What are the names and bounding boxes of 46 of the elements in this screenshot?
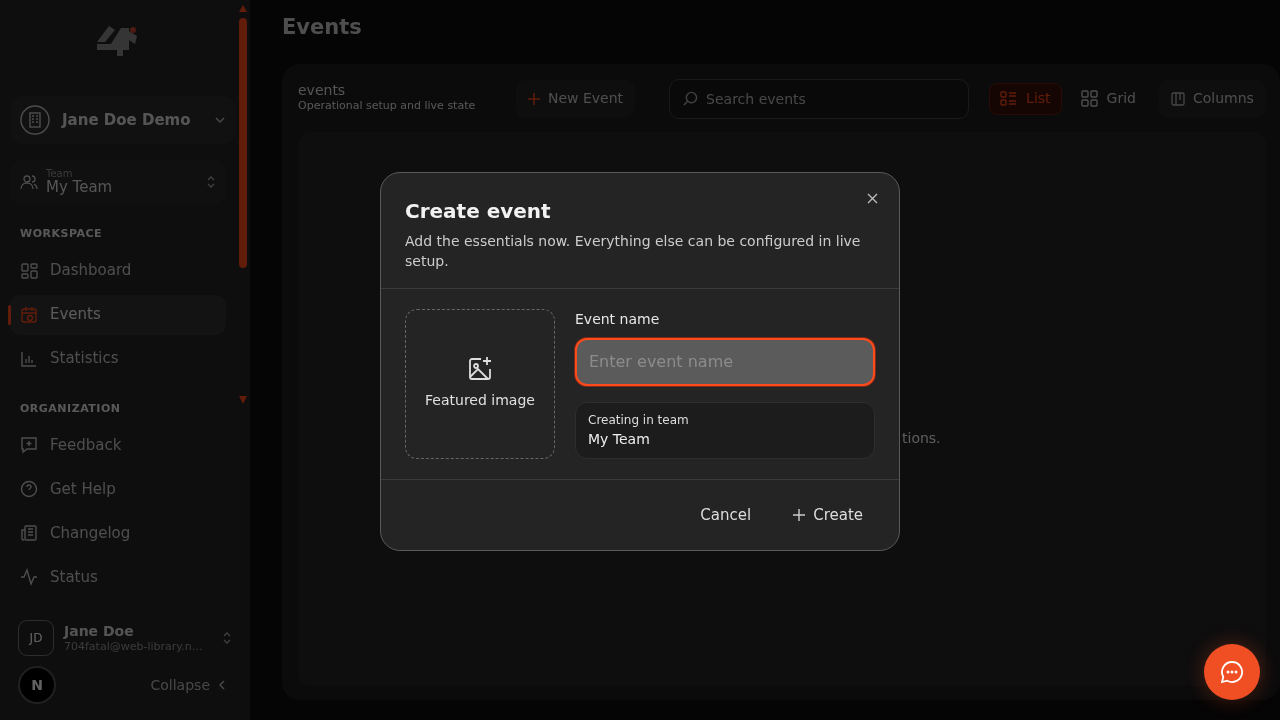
view-toggle[interactable]: List [989,82,1062,115]
sort-chevrons-icon [222,631,232,645]
chevron-down-icon [214,114,226,126]
field-label: Event name [575,309,661,329]
nav-item[interactable]: Get Help [10,469,226,509]
dev-tools-button[interactable]: N [18,666,56,704]
newspaper-icon [20,524,38,542]
team-info-label: Creating in team [588,411,690,429]
nav-item[interactable]: Events [10,294,226,335]
list-icon [1000,89,1019,108]
featured-image-dropzone[interactable]: Featured image [405,308,555,459]
calendar-icon [20,305,38,324]
columns-icon [1170,91,1185,106]
event-count: events [298,82,347,98]
nav-item[interactable]: Status [10,557,226,597]
page-title: Events [282,14,363,41]
help-icon [20,480,38,498]
users-icon [20,173,38,191]
create-button[interactable]: Create [781,501,875,529]
nav-item[interactable]: Statistics [10,338,226,379]
cancel-button[interactable]: Cancel [688,501,764,529]
dashboard-icon [20,261,38,280]
user-avatar: JD [18,620,54,656]
building-icon [20,105,50,135]
plus-icon [528,92,540,105]
panel-subtitle: Operational setup and live state [298,97,477,114]
pulse-icon [20,568,38,586]
grid-icon [1080,89,1099,108]
nav-item[interactable]: Dashboard [10,250,226,291]
bar-chart-icon [20,349,38,368]
team-name: My Team [588,429,651,449]
image-add-icon [467,356,493,383]
message-plus-icon [20,436,38,454]
plus-icon [793,508,806,521]
close-icon [866,192,878,204]
nav-item[interactable]: Changelog [10,513,226,553]
empty-state-text: tions. [902,428,941,448]
chat-icon [1220,660,1244,684]
dialog-title: Create event [405,199,552,223]
sort-chevrons-icon [206,175,216,189]
dialog-description: Add the essentials now. Everything else can be configured in live setup. [405,232,862,272]
section-heading: WORKSPACE [20,226,104,242]
nav-item[interactable]: Feedback [10,425,226,465]
section-heading: ORGANIZATION [20,400,122,417]
chevron-left-icon [218,679,226,691]
view-toggle[interactable]: Grid [1069,82,1147,115]
